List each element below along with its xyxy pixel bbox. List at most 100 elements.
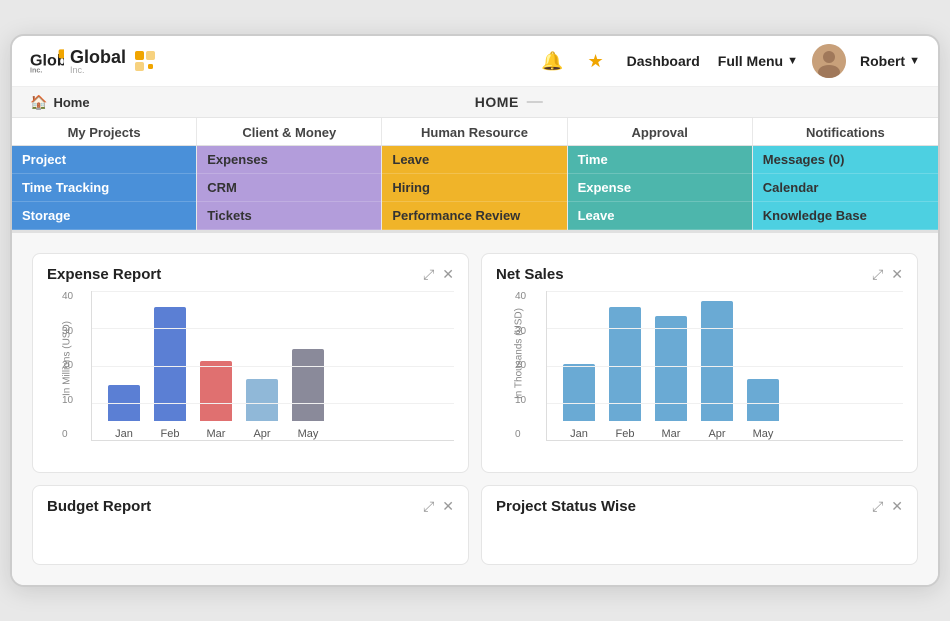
menu-item-expense[interactable]: Expense xyxy=(568,174,752,202)
net-sales-header: Net Sales ⤢ ✕ xyxy=(496,266,903,283)
menu-item-project[interactable]: Project xyxy=(12,146,196,174)
net-sales-chart: In Thousands (USD) 40 30 20 10 0 xyxy=(496,291,903,461)
menu-header-myprojects: My Projects xyxy=(12,118,197,145)
menu-item-performancereview[interactable]: Performance Review xyxy=(382,202,566,230)
user-dropdown-icon: ▼ xyxy=(909,55,920,67)
menu-col-myprojects: Project Time Tracking Storage xyxy=(12,146,197,230)
expense-bar-mar-rect xyxy=(200,361,232,421)
nav-dashboard[interactable]: Dashboard xyxy=(623,53,704,69)
expense-bar-apr-rect xyxy=(246,379,278,421)
menu-col-humanresource: Leave Hiring Performance Review xyxy=(382,146,567,230)
net-sales-title: Net Sales xyxy=(496,266,564,283)
expense-report-actions: ⤢ ✕ xyxy=(423,266,454,283)
netsales-bar-jan-rect xyxy=(563,364,595,421)
project-status-close-icon[interactable]: ✕ xyxy=(891,498,903,515)
fullmenu-dropdown-icon: ▼ xyxy=(787,55,798,67)
net-sales-actions: ⤢ ✕ xyxy=(872,266,903,283)
menu-item-timetracking[interactable]: Time Tracking xyxy=(12,174,196,202)
menu-item-expenses[interactable]: Expenses xyxy=(197,146,381,174)
project-status-actions: ⤢ ✕ xyxy=(872,498,903,515)
menu-header-humanresource: Human Resource xyxy=(382,118,567,145)
expense-bar-jan: Jan xyxy=(108,385,140,440)
menu-headers: My Projects Client & Money Human Resourc… xyxy=(12,118,938,146)
netsales-bar-apr-label: Apr xyxy=(708,428,725,440)
netsales-bar-feb: Feb xyxy=(609,307,641,440)
expense-bar-mar-label: Mar xyxy=(207,428,226,440)
menu-grid-container: My Projects Client & Money Human Resourc… xyxy=(12,118,938,233)
menu-header-clientmoney: Client & Money xyxy=(197,118,382,145)
project-status-expand-icon[interactable]: ⤢ xyxy=(872,498,883,515)
expense-bar-jan-label: Jan xyxy=(115,428,133,440)
menu-item-storage[interactable]: Storage xyxy=(12,202,196,230)
menu-item-calendar[interactable]: Calendar xyxy=(753,174,938,202)
budget-report-actions: ⤢ ✕ xyxy=(423,498,454,515)
expense-bars: Jan Feb Mar Apr xyxy=(102,291,444,440)
expense-bar-may-rect xyxy=(292,349,324,421)
menu-item-hiring[interactable]: Hiring xyxy=(382,174,566,202)
netsales-bar-may-label: May xyxy=(753,428,774,440)
breadcrumb-home[interactable]: 🏠 Home xyxy=(30,94,90,111)
logo: Global Inc. Global Inc. xyxy=(30,47,156,75)
nav-fullmenu[interactable]: Full Menu ▼ xyxy=(718,53,798,69)
netsales-bar-may-rect xyxy=(747,379,779,421)
expense-report-expand-icon[interactable]: ⤢ xyxy=(423,266,434,283)
expense-report-title: Expense Report xyxy=(47,266,161,283)
menu-item-leave[interactable]: Leave xyxy=(382,146,566,174)
budget-report-close-icon[interactable]: ✕ xyxy=(442,498,454,515)
logo-text: Global xyxy=(70,47,126,67)
project-status-header: Project Status Wise ⤢ ✕ xyxy=(496,498,903,515)
budget-report-expand-icon[interactable]: ⤢ xyxy=(423,498,434,515)
breadcrumb-title: HOME xyxy=(475,94,519,110)
expense-bar-may: May xyxy=(292,349,324,440)
net-sales-close-icon[interactable]: ✕ xyxy=(891,266,903,283)
netsales-bar-mar-label: Mar xyxy=(662,428,681,440)
expense-bar-apr-label: Apr xyxy=(253,428,270,440)
menu-item-time[interactable]: Time xyxy=(568,146,752,174)
menu-header-approval: Approval xyxy=(568,118,753,145)
net-sales-widget: Net Sales ⤢ ✕ In Thousands (USD) 4 xyxy=(481,253,918,473)
expense-y-ticks: 40 30 20 10 0 xyxy=(62,291,73,440)
netsales-bar-apr-rect xyxy=(701,301,733,421)
netsales-bar-feb-rect xyxy=(609,307,641,421)
budget-report-header: Budget Report ⤢ ✕ xyxy=(47,498,454,515)
avatar xyxy=(812,44,846,78)
project-status-title: Project Status Wise xyxy=(496,498,636,515)
nav-user[interactable]: Robert ▼ xyxy=(860,53,920,69)
bell-icon[interactable]: 🔔 xyxy=(536,49,568,74)
menu-col-approval: Time Expense Leave xyxy=(568,146,753,230)
menu-item-tickets[interactable]: Tickets xyxy=(197,202,381,230)
expense-bars-container: 40 30 20 10 0 Jan Feb xyxy=(91,291,454,441)
netsales-bar-feb-label: Feb xyxy=(616,428,635,440)
net-sales-expand-icon[interactable]: ⤢ xyxy=(872,266,883,283)
netsales-bar-mar-rect xyxy=(655,316,687,421)
content-area: Expense Report ⤢ ✕ In Millions (USD) xyxy=(12,233,938,585)
netsales-bars-container: 40 30 20 10 0 Jan Feb xyxy=(546,291,903,441)
star-icon[interactable]: ★ xyxy=(583,49,609,74)
menu-item-leave2[interactable]: Leave xyxy=(568,202,752,230)
top-nav: Global Inc. Global Inc. 🔔 ★ Dashboard Fu… xyxy=(12,36,938,87)
menu-item-knowledgebase[interactable]: Knowledge Base xyxy=(753,202,938,230)
expense-bar-feb-rect xyxy=(154,307,186,421)
menu-item-messages[interactable]: Messages (0) xyxy=(753,146,938,174)
menu-col-notifications: Messages (0) Calendar Knowledge Base xyxy=(753,146,938,230)
netsales-y-ticks: 40 30 20 10 0 xyxy=(515,291,526,440)
menu-header-notifications: Notifications xyxy=(753,118,938,145)
expense-report-header: Expense Report ⤢ ✕ xyxy=(47,266,454,283)
home-icon: 🏠 xyxy=(30,94,47,111)
expense-report-close-icon[interactable]: ✕ xyxy=(442,266,454,283)
netsales-bar-may: May xyxy=(747,379,779,440)
menu-item-crm[interactable]: CRM xyxy=(197,174,381,202)
expense-bar-apr: Apr xyxy=(246,379,278,440)
menu-items-grid: Project Time Tracking Storage Expenses C… xyxy=(12,146,938,231)
budget-report-widget: Budget Report ⤢ ✕ xyxy=(32,485,469,565)
budget-report-title: Budget Report xyxy=(47,498,151,515)
project-status-widget: Project Status Wise ⤢ ✕ xyxy=(481,485,918,565)
menu-col-clientmoney: Expenses CRM Tickets xyxy=(197,146,382,230)
expense-report-widget: Expense Report ⤢ ✕ In Millions (USD) xyxy=(32,253,469,473)
netsales-bar-apr: Apr xyxy=(701,301,733,440)
expense-bar-jan-rect xyxy=(108,385,140,421)
expense-report-chart: In Millions (USD) 40 30 20 10 xyxy=(47,291,454,461)
breadcrumb-bar: 🏠 Home HOME — xyxy=(12,87,938,118)
expense-bar-may-label: May xyxy=(298,428,319,440)
netsales-bar-jan: Jan xyxy=(563,364,595,440)
